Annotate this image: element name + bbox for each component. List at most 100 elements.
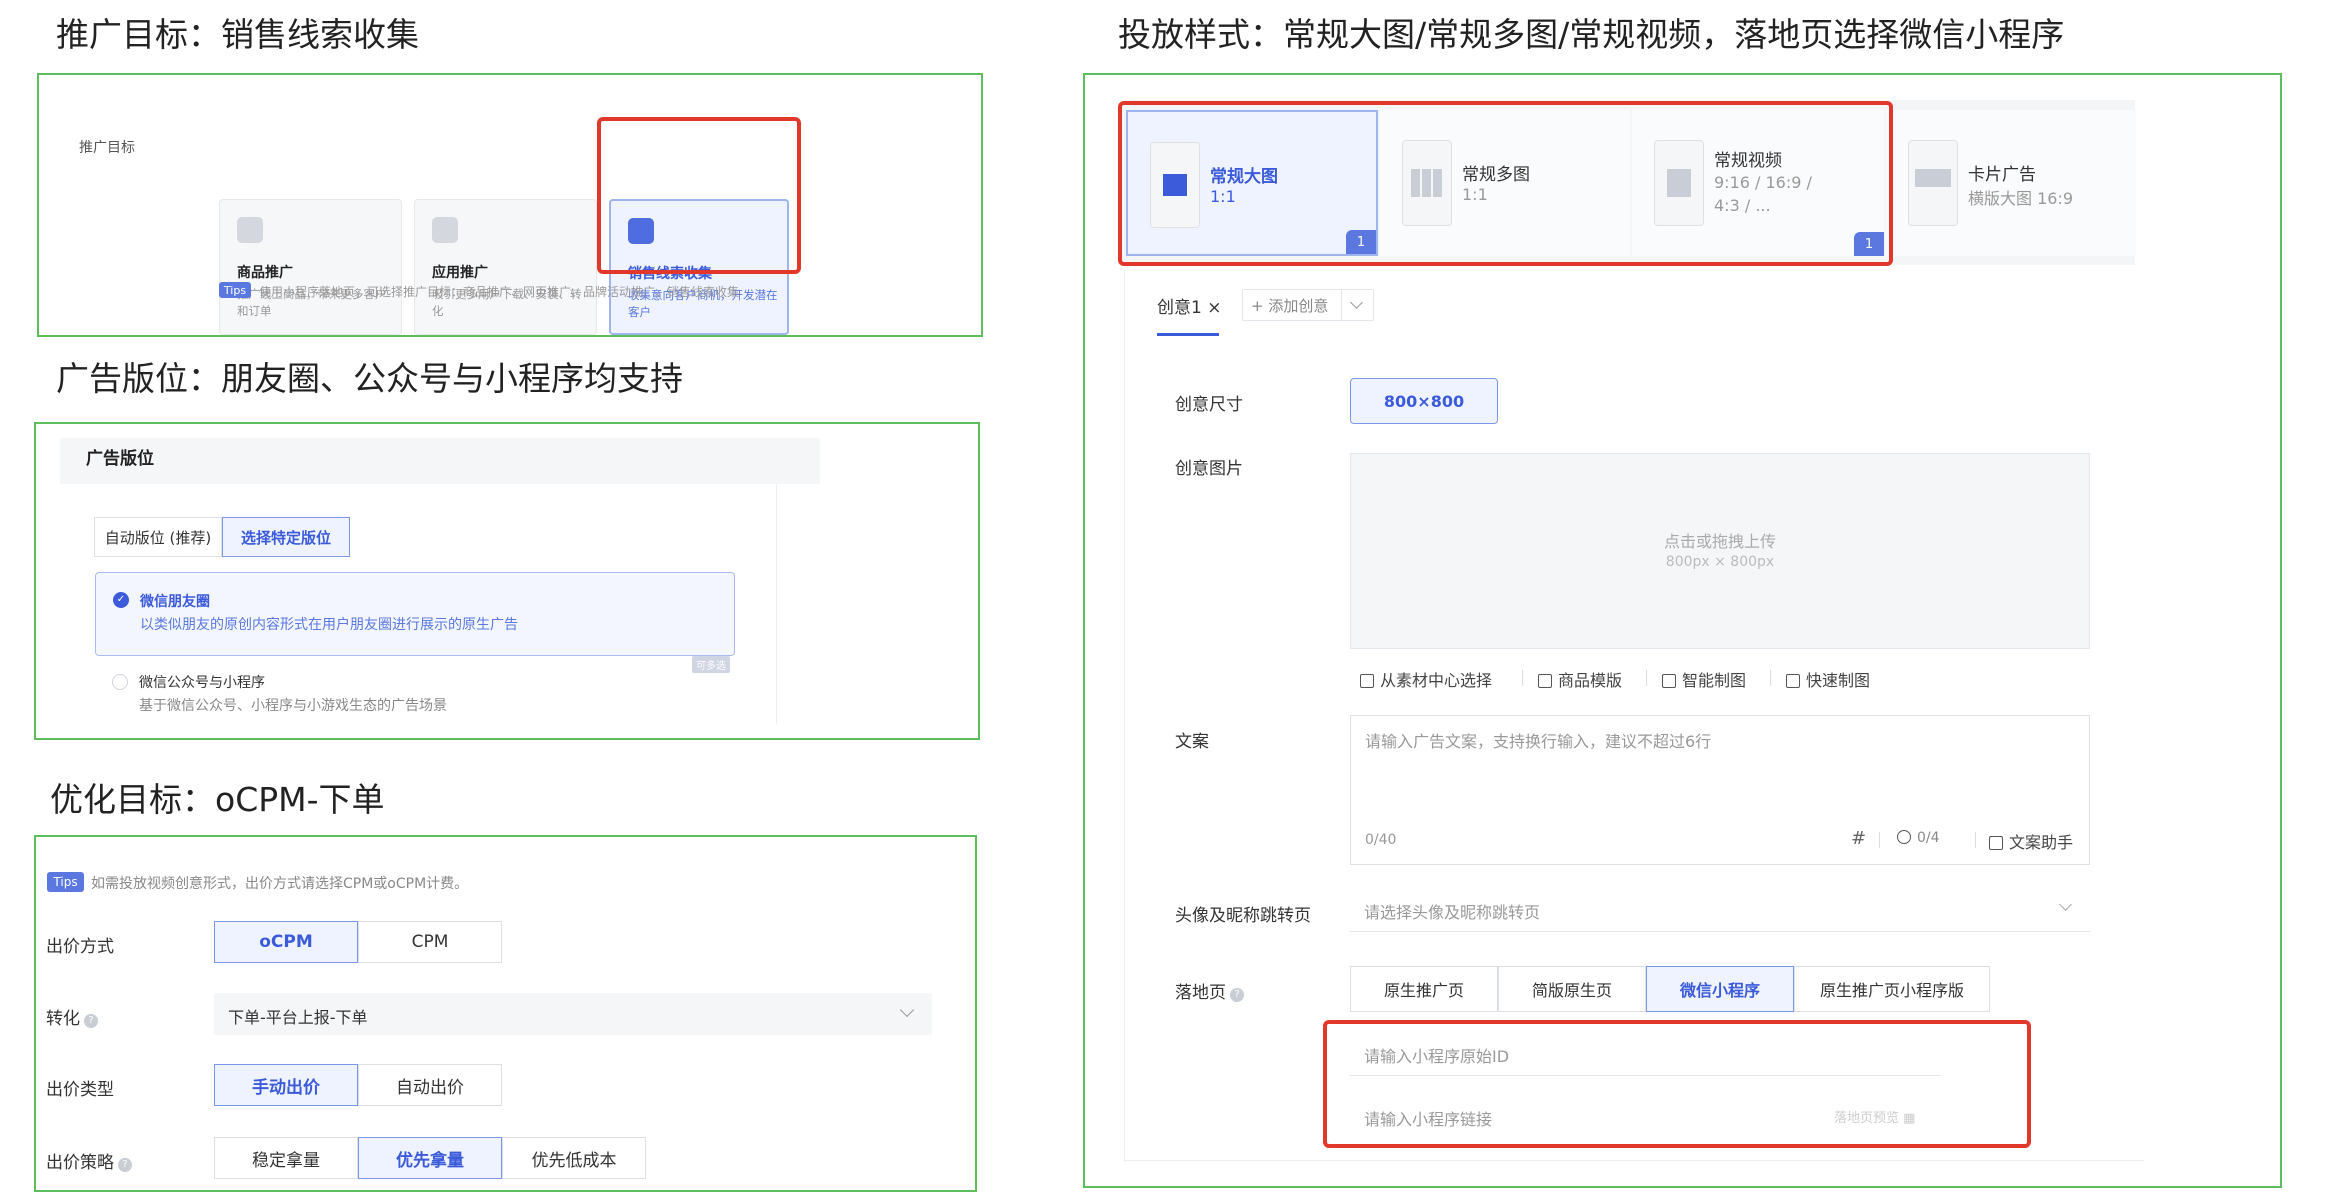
optimization-panel: Tips 如需投放视频创意形式，出价方式请选择CPM或oCPM计费。 出价方式 … (34, 835, 977, 1192)
help-icon[interactable]: ? (118, 1158, 132, 1172)
bid-strategy-label: 出价策略? (46, 1148, 132, 1173)
copy-textarea[interactable]: 请输入广告文案，支持换行输入，建议不超过6行 0/40 # 0/4 文案助手 (1350, 715, 2090, 865)
image-label: 创意图片 (1175, 459, 1243, 479)
form-left-border (1124, 270, 1125, 1162)
bid-method-label: 出价方式 (46, 937, 114, 957)
bid-strategy-label-text: 出价策略 (46, 1153, 114, 1173)
tool-quick-design[interactable]: 快速制图 (1786, 667, 1870, 691)
chevron-down-icon (899, 1002, 915, 1018)
add-creative-label: 添加创意 (1268, 297, 1329, 315)
copy-helper-icon (1989, 836, 2003, 850)
tool-label: 快速制图 (1806, 671, 1871, 690)
highlight-leads-card (597, 117, 801, 274)
highlight-formats (1118, 101, 1893, 266)
tips-badge: Tips (47, 872, 84, 892)
format-title: 卡片广告 (1968, 165, 2036, 185)
placement-panel: 广告版位 自动版位 (推荐) 选择特定版位 ✓ 微信朋友圈 以类似朋友的原创内容… (34, 422, 980, 740)
tool-product-template[interactable]: 商品模版 (1538, 667, 1622, 691)
phone-thumb (1908, 140, 1958, 226)
avatar-select[interactable]: 请选择头像及昵称跳转页 (1350, 888, 2090, 932)
multi-select-tag: 可多选 (692, 656, 730, 673)
promo-goal-label: 推广目标 (79, 140, 135, 156)
divider (1522, 670, 1523, 686)
bid-strategy-priority-volume-button[interactable]: 优先拿量 (358, 1137, 502, 1179)
tab-auto-placement[interactable]: 自动版位 (推荐) (94, 517, 222, 557)
tab-specific-placement[interactable]: 选择特定版位 (222, 517, 350, 557)
option-title: 微信朋友圈 (140, 594, 210, 610)
divider (1341, 290, 1342, 320)
radio-empty-icon[interactable] (112, 674, 128, 690)
form-bottom-border (1124, 1160, 2144, 1161)
divider (1975, 832, 1976, 848)
bid-type-auto-button[interactable]: 自动出价 (358, 1064, 502, 1106)
landing-wechat-mini-program[interactable]: 微信小程序 (1646, 966, 1794, 1012)
emoji-icon (1897, 830, 1911, 844)
shopping-bag-icon (237, 217, 263, 243)
plus-icon: + (1251, 297, 1264, 315)
image-upload-area[interactable]: 点击或拖拽上传 800px × 800px (1350, 453, 2090, 649)
option-official-account[interactable]: 微信公众号与小程序 (139, 672, 265, 692)
avatar-label: 头像及昵称跳转页 (1175, 906, 1311, 926)
format-sub: 横版大图 16:9 (1968, 189, 2074, 208)
card-title: 应用推广 (432, 265, 488, 281)
bid-strategy-low-cost-button[interactable]: 优先低成本 (502, 1137, 646, 1179)
copy-helper-button[interactable]: 文案助手 (1989, 829, 2073, 853)
copy-placeholder: 请输入广告文案，支持换行输入，建议不超过6行 (1365, 732, 1712, 751)
conversion-select[interactable]: 下单-平台上报-下单 (214, 993, 932, 1035)
highlight-mini-program-inputs (1323, 1020, 2031, 1148)
bid-method-cpm-button[interactable]: CPM (358, 921, 502, 963)
landing-label: 落地页? (1175, 978, 1244, 1003)
divider (1770, 670, 1771, 686)
option-desc: 基于微信公众号、小程序与小游戏生态的广告场景 (139, 698, 447, 714)
option-moments[interactable]: ✓ 微信朋友圈 以类似朋友的原创内容形式在用户朋友圈进行展示的原生广告 (95, 572, 735, 656)
tips-badge: Tips (219, 282, 251, 298)
optimization-heading: 优化目标：oCPM-下单 (50, 780, 385, 819)
promo-goal-heading: 推广目标：销售线索收集 (56, 15, 419, 54)
landing-native-page[interactable]: 原生推广页 (1350, 966, 1498, 1012)
close-icon[interactable]: × (1207, 298, 1221, 318)
creative-tab-1[interactable]: 创意1 × (1157, 293, 1221, 318)
help-icon[interactable]: ? (84, 1014, 98, 1028)
tool-smart-design[interactable]: 智能制图 (1662, 667, 1746, 691)
copy-label: 文案 (1175, 732, 1209, 752)
size-label: 创意尺寸 (1175, 395, 1243, 415)
bid-type-manual-button[interactable]: 手动出价 (214, 1064, 358, 1106)
chevron-down-icon[interactable] (1350, 296, 1363, 309)
divider (1879, 832, 1880, 848)
tips-text: 使用小程序落地页，可选择推广目标：商品推广、网页推广、品牌活动推广、销售线索收集 (259, 285, 740, 299)
tool-label: 智能制图 (1682, 671, 1747, 690)
conversion-label-text: 转化 (46, 1009, 80, 1029)
copy-helper-label: 文案助手 (2009, 833, 2074, 852)
quick-draw-icon (1786, 674, 1800, 688)
conversion-value: 下单-平台上报-下单 (228, 1008, 368, 1027)
landing-native-mini-version[interactable]: 原生推广页小程序版 (1794, 966, 1990, 1012)
landing-simple-native[interactable]: 简版原生页 (1498, 966, 1646, 1012)
landing-label-text: 落地页 (1175, 983, 1226, 1003)
add-creative-button[interactable]: + 添加创意 (1251, 295, 1328, 316)
tool-label: 商品模版 (1558, 671, 1623, 690)
hashtag-icon[interactable]: # (1851, 828, 1866, 849)
template-icon (1538, 674, 1552, 688)
placement-header (60, 438, 820, 484)
card-app-promo[interactable]: 应用推广 吸引更多用户下载、安装、转化 (414, 199, 597, 335)
placement-heading: 广告版位：朋友圈、公众号与小程序均支持 (56, 359, 683, 398)
card-ad-icon (1915, 169, 1951, 187)
delivery-heading: 投放样式：常规大图/常规多图/常规视频，落地页选择微信小程序 (1118, 15, 2065, 54)
check-circle-icon: ✓ (113, 592, 129, 608)
upload-sub: 800px × 800px (1665, 554, 1775, 570)
bid-strategy-stable-button[interactable]: 稳定拿量 (214, 1137, 358, 1179)
emoji-button[interactable]: 0/4 (1897, 830, 1940, 846)
app-store-icon (432, 217, 458, 243)
format-card-ad[interactable]: 卡片广告 横版大图 16:9 (1886, 110, 2136, 256)
placement-title: 广告版位 (86, 449, 154, 469)
tool-material-center[interactable]: 从素材中心选择 (1360, 667, 1492, 691)
ai-draw-icon (1662, 674, 1676, 688)
bid-method-ocpm-button[interactable]: oCPM (214, 921, 358, 963)
active-tab-indicator (1157, 333, 1219, 336)
help-icon[interactable]: ? (1230, 988, 1244, 1002)
upload-text: 点击或拖拽上传 (1663, 532, 1776, 551)
bid-type-label: 出价类型 (46, 1080, 114, 1100)
card-product-promo[interactable]: 商品推广 推广线上商品，带来更多客户和订单 (219, 199, 402, 335)
size-800-button[interactable]: 800×800 (1350, 378, 1498, 424)
tool-label: 从素材中心选择 (1380, 671, 1493, 690)
